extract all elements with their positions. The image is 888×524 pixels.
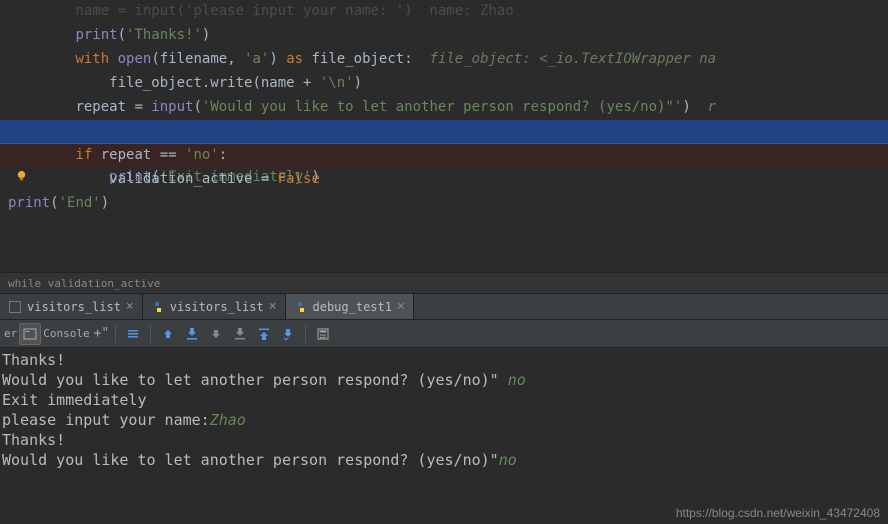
down-underline-icon-2[interactable] (229, 323, 251, 345)
identifier: repeat = (75, 99, 151, 115)
kw-with: with (75, 51, 109, 67)
kw-as: as (286, 51, 303, 67)
indent (8, 99, 75, 115)
console-user-input: Zhao (210, 411, 246, 429)
fn-print: print (8, 195, 50, 211)
expression: file_object.write(name + (109, 75, 320, 91)
code-line[interactable]: with open(filename, 'a') as file_object:… (0, 48, 888, 72)
string-literal: 'End' (59, 195, 101, 211)
console-text: Would you like to let another person res… (2, 451, 499, 469)
console-line: Would you like to let another person res… (2, 370, 886, 390)
close-icon[interactable]: × (269, 299, 277, 314)
identifier: file_object: (312, 51, 413, 67)
close-icon[interactable]: × (126, 299, 134, 314)
breadcrumb[interactable]: while validation_active (0, 272, 888, 294)
string-literal: '\n' (320, 75, 354, 91)
console-line: please input your name:Zhao (2, 410, 886, 430)
string-literal: 'Thanks!' (126, 27, 202, 43)
indent (8, 51, 75, 67)
console-line: Exit immediately (2, 390, 886, 410)
identifier: validation_active = (109, 171, 278, 187)
debug-toolbar: er Console +" (0, 320, 888, 348)
tab-visitors-list-py[interactable]: visitors_list × (143, 294, 286, 319)
tab-visitors-list-txt[interactable]: visitors_list × (0, 294, 143, 319)
up-icon[interactable] (157, 323, 179, 345)
tab-label: visitors_list (27, 300, 121, 314)
code-line[interactable]: repeat = input('Would you like to let an… (0, 96, 888, 120)
calculator-icon[interactable] (312, 323, 334, 345)
identifier: filename (160, 51, 227, 67)
code-line[interactable]: name = input('please input your name: ')… (0, 0, 888, 24)
console-line: Would you like to let another person res… (2, 450, 886, 470)
run-tab-bar: visitors_list × visitors_list × debug_te… (0, 294, 888, 320)
string-literal: 'Would you like to let another person re… (202, 99, 682, 115)
code-line[interactable]: if repeat == 'no': (0, 144, 888, 168)
fn-open: open (118, 51, 152, 67)
console-text: please input your name: (2, 411, 210, 429)
down-underline-icon[interactable] (181, 323, 203, 345)
close-icon[interactable]: × (397, 299, 405, 314)
string-literal: 'a' (244, 51, 269, 67)
console-line: Thanks! (2, 430, 886, 450)
inline-hint: r (691, 99, 716, 115)
step-into-icon[interactable] (277, 323, 299, 345)
console-tab-button[interactable] (19, 323, 41, 345)
code-line[interactable]: validation_active = False (0, 168, 888, 192)
console-output[interactable]: Thanks! Would you like to let another pe… (0, 348, 888, 472)
indent (8, 147, 75, 163)
code-editor[interactable]: name = input('please input your name: ')… (0, 0, 888, 216)
separator (115, 325, 116, 343)
console-user-input: no (508, 371, 526, 389)
indent (8, 75, 109, 91)
intention-bulb-icon[interactable] (14, 123, 29, 138)
kw-if: if (75, 147, 92, 163)
python-icon (294, 300, 308, 314)
tab-label: visitors_list (170, 300, 264, 314)
fn-print: print (75, 27, 117, 43)
toolbar-left-label: er (4, 327, 17, 340)
up-overline-icon[interactable] (253, 323, 275, 345)
watermark-text: https://blog.csdn.net/weixin_43472408 (676, 506, 880, 520)
file-icon (8, 300, 22, 314)
console-line: Thanks! (2, 350, 886, 370)
code-line[interactable]: print('Thanks!') (0, 24, 888, 48)
fn-input: input (151, 99, 193, 115)
const-false: False (278, 171, 320, 187)
editor-empty-space (0, 216, 888, 272)
code-line[interactable]: file_object.write(name + '\n') (0, 72, 888, 96)
string-literal: 'no' (185, 147, 219, 163)
expression: repeat == (92, 147, 185, 163)
console-label: Console (43, 327, 89, 340)
tab-debug-test1[interactable]: debug_test1 × (286, 294, 414, 319)
inline-hint: file_object: <_io.TextIOWrapper na (413, 51, 716, 67)
lines-icon[interactable] (122, 323, 144, 345)
pin-plus-icon[interactable]: +" (94, 326, 110, 341)
code-line[interactable]: print('End') (0, 192, 888, 216)
console-user-input: no (499, 451, 517, 469)
separator (305, 325, 306, 343)
tab-label: debug_test1 (313, 300, 392, 314)
code-line-execution-point[interactable]: print('Exit immediately') (0, 120, 888, 144)
indent (8, 27, 75, 43)
indent (8, 171, 109, 187)
separator (150, 325, 151, 343)
python-icon (151, 300, 165, 314)
console-text: Would you like to let another person res… (2, 371, 508, 389)
down-icon[interactable] (205, 323, 227, 345)
